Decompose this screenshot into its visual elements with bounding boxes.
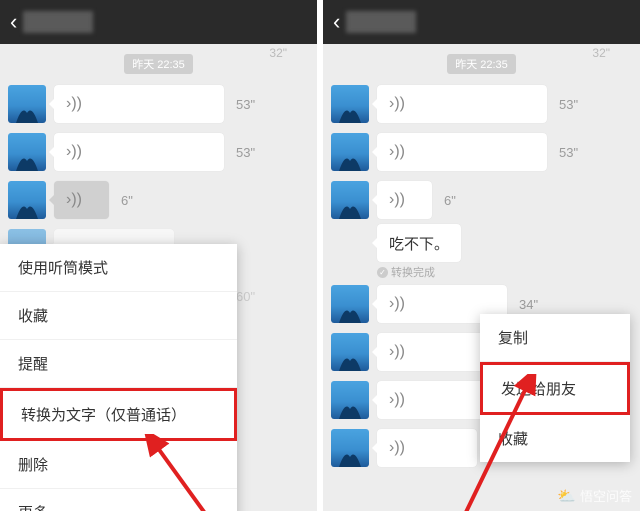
header-avatar-blur: [346, 11, 416, 33]
menu-more[interactable]: 更多: [0, 489, 237, 511]
voice-msg[interactable]: ›)) 53": [0, 80, 317, 128]
converted-text-bubble[interactable]: 吃不下。: [377, 224, 461, 262]
avatar[interactable]: [331, 181, 369, 219]
menu-send-to-friend[interactable]: 发送给朋友: [480, 362, 630, 415]
screenshot-pair: ‹ 32" 昨天 22:35 ›)) 53" ›)) 53" ›)) 6": [0, 0, 640, 511]
prev-duration: 32": [269, 46, 287, 60]
voice-bubble[interactable]: ›)): [377, 181, 432, 219]
voice-icon: ›)): [389, 439, 405, 457]
converted-text-row: 吃不下。: [323, 224, 640, 262]
avatar[interactable]: [331, 333, 369, 371]
voice-msg[interactable]: ›)) 53": [323, 80, 640, 128]
prev-duration: 32": [592, 46, 610, 60]
voice-bubble[interactable]: ›)): [377, 85, 547, 123]
timestamp: 昨天 22:35: [447, 54, 516, 74]
voice-duration: 53": [559, 97, 578, 112]
menu-earpiece-mode[interactable]: 使用听筒模式: [0, 244, 237, 292]
avatar[interactable]: [331, 429, 369, 467]
voice-msg-selected[interactable]: ›)) 6": [0, 176, 317, 224]
watermark-text: 悟空问答: [580, 486, 632, 505]
voice-duration: 53": [559, 145, 578, 160]
chat-header: ‹: [323, 0, 640, 44]
menu-favorite[interactable]: 收藏: [480, 415, 630, 462]
voice-bubble[interactable]: ›)): [377, 429, 477, 467]
voice-icon: ›)): [389, 191, 405, 209]
back-icon[interactable]: ‹: [333, 9, 340, 35]
text-context-menu: 复制 发送给朋友 收藏: [480, 314, 630, 462]
chat-header: ‹: [0, 0, 317, 44]
phone-right: ‹ 32" 昨天 22:35 ›)) 53" ›)) 53" ›)) 6": [323, 0, 640, 511]
avatar[interactable]: [8, 181, 46, 219]
menu-favorite[interactable]: 收藏: [0, 292, 237, 340]
voice-bubble[interactable]: ›)): [54, 85, 224, 123]
voice-bubble[interactable]: ›)): [54, 133, 224, 171]
chat-body-left: 32" 昨天 22:35 ›)) 53" ›)) 53" ›)) 6": [0, 44, 317, 511]
avatar[interactable]: [331, 285, 369, 323]
voice-icon: ›)): [389, 391, 405, 409]
voice-duration: 53": [236, 145, 255, 160]
watermark-icon: ⛅: [557, 487, 576, 505]
avatar[interactable]: [331, 381, 369, 419]
avatar[interactable]: [8, 85, 46, 123]
avatar[interactable]: [331, 85, 369, 123]
timestamp: 昨天 22:35: [124, 54, 193, 74]
voice-icon: ›)): [66, 95, 82, 113]
voice-bubble[interactable]: ›)): [377, 133, 547, 171]
voice-duration: 53": [236, 97, 255, 112]
voice-duration: 6": [121, 193, 133, 208]
voice-icon: ›)): [389, 95, 405, 113]
watermark: ⛅ 悟空问答: [557, 486, 632, 505]
phone-left: ‹ 32" 昨天 22:35 ›)) 53" ›)) 53" ›)) 6": [0, 0, 317, 511]
voice-msg[interactable]: ›)) 53": [0, 128, 317, 176]
voice-icon: ›)): [389, 143, 405, 161]
voice-context-menu: 使用听筒模式 收藏 提醒 转换为文字（仅普通话） 删除 更多: [0, 244, 237, 511]
menu-delete[interactable]: 删除: [0, 441, 237, 489]
convert-status: 转换完成: [377, 264, 640, 280]
voice-duration: 6": [444, 193, 456, 208]
menu-convert-to-text[interactable]: 转换为文字（仅普通话）: [0, 388, 237, 441]
voice-duration: 34": [519, 297, 538, 312]
voice-msg[interactable]: ›)) 6": [323, 176, 640, 224]
voice-msg[interactable]: ›)) 53": [323, 128, 640, 176]
back-icon[interactable]: ‹: [10, 9, 17, 35]
voice-icon: ›)): [66, 143, 82, 161]
avatar[interactable]: [331, 133, 369, 171]
avatar[interactable]: [8, 133, 46, 171]
menu-copy[interactable]: 复制: [480, 314, 630, 362]
voice-icon: ›)): [389, 343, 405, 361]
voice-icon: ›)): [66, 191, 82, 209]
voice-bubble-selected[interactable]: ›)): [54, 181, 109, 219]
chat-body-right: 32" 昨天 22:35 ›)) 53" ›)) 53" ›)) 6": [323, 44, 640, 511]
voice-icon: ›)): [389, 295, 405, 313]
header-avatar-blur: [23, 11, 93, 33]
menu-remind[interactable]: 提醒: [0, 340, 237, 388]
voice-duration: 60": [236, 289, 255, 304]
